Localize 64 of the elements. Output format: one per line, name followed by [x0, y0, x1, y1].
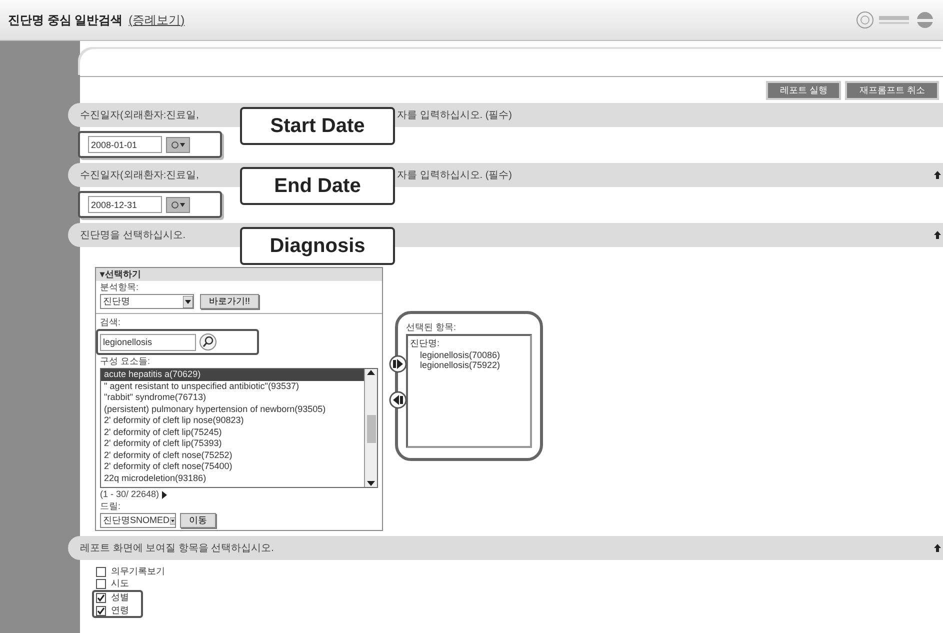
panel-header[interactable]: ▾선택하기: [96, 268, 382, 281]
paging-text: (1 - 30/ 22648): [100, 489, 160, 500]
field-label: 검색:: [100, 317, 122, 328]
scroll-up-icon[interactable]: [367, 369, 375, 375]
scroll-down-icon[interactable]: [367, 481, 375, 487]
checkbox[interactable]: [96, 606, 106, 616]
page-title: 진단명 중심 일반검색: [8, 12, 123, 28]
selected-items-box[interactable]: 진단명: legionellosis(70086) legionellosis(75922): [406, 334, 532, 448]
move-button[interactable]: 이동: [180, 513, 216, 528]
dropdown-caret-icon: [183, 296, 193, 308]
date-field[interactable]: 2008-12-31: [88, 196, 162, 213]
calendar-button[interactable]: [166, 136, 190, 152]
tree-group-label: 진단명:: [410, 337, 441, 350]
tree-item[interactable]: legionellosis(70086): [410, 350, 528, 360]
list-item[interactable]: 22q microdeletion(93186): [101, 472, 364, 484]
section-title: 자를 입력하십시오. (필수): [397, 169, 512, 182]
list-item[interactable]: 2' deformity of cleft lip nose(90823): [101, 415, 364, 426]
checkbox[interactable]: [96, 578, 106, 588]
search-icon[interactable]: [199, 333, 217, 351]
checkbox[interactable]: [96, 592, 106, 602]
list-item[interactable]: 2' deformity of cleft nose(75400): [101, 461, 364, 472]
field-label: 구성 요소들:: [100, 356, 152, 367]
list-item[interactable]: (persistent) pulmonary hypertension of newborn(93505): [101, 404, 364, 415]
callout-label: Diagnosis: [240, 227, 395, 265]
checkbox-label: 의무기록보기: [111, 566, 165, 577]
up-arrow-icon[interactable]: [934, 544, 941, 552]
list-item[interactable]: " agent resistant to unspecified antibiotic"(93537): [101, 380, 364, 392]
go-button[interactable]: 바로가기!!: [200, 294, 260, 309]
case-view-link[interactable]: (증례보기): [128, 12, 185, 28]
list-item[interactable]: 2' deformity of cleft lip(75245): [101, 426, 364, 438]
checkbox-label: 시도: [111, 578, 129, 589]
up-arrow-icon[interactable]: [934, 231, 941, 239]
calendar-dropdown-icon: [171, 200, 185, 208]
section-title: 자를 입력하십시오. (필수): [397, 109, 512, 122]
dropdown-caret-icon: [170, 514, 175, 526]
checkbox-label: 연령: [111, 605, 129, 616]
calendar-button[interactable]: [166, 196, 190, 212]
section-title: 수진일자(외래환자:진료일,: [80, 109, 200, 122]
list-item[interactable]: 2' deformity of cleft lip(75393): [101, 438, 364, 450]
list-item[interactable]: "rabbit" syndrome(76713): [101, 392, 364, 404]
calendar-dropdown-icon: [171, 140, 185, 148]
scrollbar[interactable]: [364, 369, 377, 487]
callout-label: End Date: [240, 167, 395, 205]
analysis-dropdown[interactable]: 진단명: [100, 294, 194, 309]
section-title: 레포트 화면에 보여질 항목을 선택하십시오.: [80, 542, 274, 555]
section-title: 수진일자(외래환자:진료일,: [80, 169, 200, 182]
search-field[interactable]: legionellosis: [100, 334, 196, 350]
field-label: 선택된 항목:: [406, 322, 458, 333]
drill-dropdown[interactable]: 진단명SNOMED: [100, 513, 176, 528]
field-label: 분석항목:: [100, 282, 140, 293]
list-item[interactable]: acute hepatitis a(70629): [101, 369, 364, 380]
up-arrow-icon[interactable]: [934, 171, 941, 179]
next-page-icon[interactable]: [162, 490, 168, 498]
toolbar-button[interactable]: 레포트 실행: [766, 81, 842, 100]
tree-item[interactable]: legionellosis(75922): [410, 360, 528, 370]
checkbox-label: 성별: [111, 592, 129, 603]
section-title: 진단명을 선택하십시오.: [80, 229, 186, 242]
callout-label: Start Date: [240, 107, 395, 145]
field-label: 드릴:: [100, 501, 122, 512]
checkbox[interactable]: [96, 566, 106, 576]
date-field[interactable]: 2008-01-01: [88, 136, 162, 153]
list-item[interactable]: 2' deformity of cleft nose(75252): [101, 450, 364, 461]
scrollbar-thumb[interactable]: [366, 415, 376, 443]
toolbar-button[interactable]: 재프롬프트 취소: [845, 81, 939, 100]
